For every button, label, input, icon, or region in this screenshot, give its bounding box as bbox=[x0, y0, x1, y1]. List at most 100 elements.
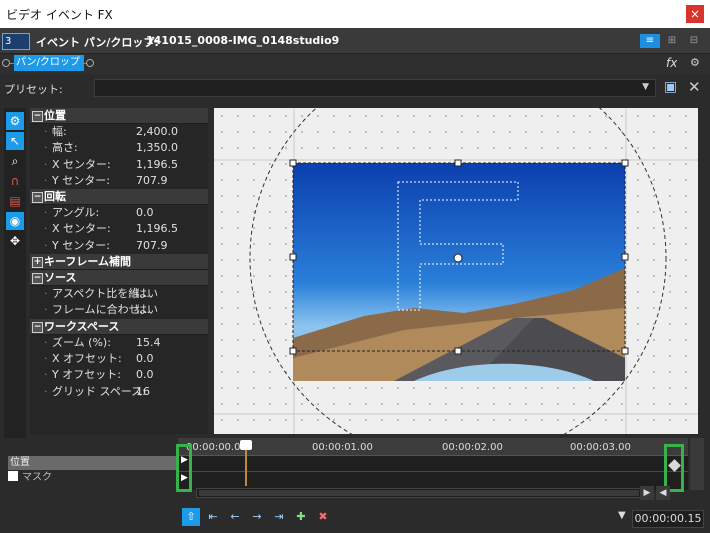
prop-value[interactable]: 707.9 bbox=[136, 173, 168, 189]
prop-row[interactable]: Y オフセット: 0.0 bbox=[30, 367, 208, 383]
section-position[interactable]: 位置 bbox=[30, 108, 208, 124]
sync-cursor-icon[interactable]: ⇧ bbox=[182, 508, 200, 526]
prop-value[interactable]: 1,196.5 bbox=[136, 157, 178, 173]
playhead-handle[interactable] bbox=[240, 440, 252, 450]
track-label-mask[interactable]: マスク bbox=[8, 471, 178, 485]
timecode-display[interactable]: 00:00:00.15 bbox=[632, 510, 704, 528]
preset-label: プリセット: bbox=[4, 83, 63, 96]
keyframe-diamond-icon[interactable] bbox=[668, 459, 681, 472]
section-rotation[interactable]: 回転 bbox=[30, 189, 208, 206]
last-keyframe-icon[interactable]: ⇥ bbox=[270, 508, 288, 526]
next-keyframe-icon[interactable]: → bbox=[248, 508, 266, 526]
track-scroll-strip[interactable] bbox=[690, 438, 704, 490]
prop-row[interactable]: 高さ: 1,350.0 bbox=[30, 140, 208, 156]
section-source[interactable]: ソース bbox=[30, 270, 208, 287]
prop-value[interactable]: 1,350.0 bbox=[136, 140, 178, 156]
tick-label: 00:00:01.00 bbox=[312, 442, 373, 453]
center-icon[interactable]: ◉ bbox=[6, 212, 24, 230]
prop-value[interactable]: 2,400.0 bbox=[136, 124, 178, 140]
prop-label: X センター: bbox=[52, 157, 111, 171]
time-ruler[interactable]: 00:00:00.00 00:00:01.00 00:00:02.00 00:0… bbox=[178, 438, 688, 456]
pan-crop-canvas[interactable] bbox=[214, 108, 698, 434]
chain-end-node bbox=[86, 59, 94, 67]
prop-label: X オフセット: bbox=[52, 351, 122, 365]
zoom-icon[interactable]: ⌕ bbox=[6, 152, 24, 170]
prop-label: X センター: bbox=[52, 222, 111, 236]
tool-strip: ⚙ ↖ ⌕ ∩ ▤ ◉ ✥ bbox=[4, 108, 26, 438]
prop-row[interactable]: X オフセット: 0.0 bbox=[30, 351, 208, 367]
prop-label: アングル: bbox=[52, 206, 100, 220]
prop-row[interactable]: グリッド スペース:16 bbox=[30, 384, 208, 400]
prop-label: Y センター: bbox=[52, 173, 110, 187]
event-label: イベント パン/クロップ: bbox=[36, 36, 159, 49]
prop-row[interactable]: Y センター: 707.9 bbox=[30, 238, 208, 254]
event-badge: 3 bbox=[2, 33, 30, 50]
position-track[interactable] bbox=[178, 456, 688, 472]
prop-label: Y オフセット: bbox=[52, 368, 121, 382]
delete-preset-icon[interactable]: ✕ bbox=[688, 78, 701, 96]
prop-row[interactable]: フレームに合わせ...はい bbox=[30, 302, 208, 318]
prop-row[interactable]: X センター: 1,196.5 bbox=[30, 157, 208, 173]
delete-keyframe-icon[interactable]: ✖ bbox=[314, 508, 332, 526]
prop-value[interactable]: 0.0 bbox=[136, 367, 154, 383]
prop-value[interactable]: 0.0 bbox=[136, 205, 154, 221]
prop-row[interactable]: Y センター: 707.9 bbox=[30, 173, 208, 189]
prop-row[interactable]: 幅: 2,400.0 bbox=[30, 124, 208, 140]
view-tile-icon[interactable]: ⊟ bbox=[684, 34, 704, 48]
keyframe-end-marker[interactable] bbox=[664, 444, 684, 492]
mask-label: マスク bbox=[22, 472, 52, 483]
scroll-thumb[interactable] bbox=[199, 490, 639, 496]
prop-value[interactable]: 1,196.5 bbox=[136, 221, 178, 237]
view-grid-icon[interactable]: ⊞ bbox=[662, 34, 682, 48]
move-icon[interactable]: ✥ bbox=[6, 232, 24, 250]
keyframe-start-marker[interactable]: ▶ ▶ bbox=[176, 444, 192, 492]
close-icon[interactable]: × bbox=[686, 5, 704, 23]
chevron-down-icon: ▼ bbox=[642, 82, 649, 92]
prop-label: 幅: bbox=[52, 125, 67, 138]
prop-value[interactable]: 0.0 bbox=[136, 351, 154, 367]
event-bar: 3 イベント パン/クロップ: 141015_0008-IMG_0148stud… bbox=[0, 28, 710, 54]
fx-plugin-icon[interactable]: fx bbox=[666, 56, 677, 70]
view-list-icon[interactable]: ≡ bbox=[640, 34, 660, 48]
timeline-scrollbar[interactable] bbox=[196, 488, 654, 498]
prop-value[interactable]: 707.9 bbox=[136, 238, 168, 254]
keyframe-arrow-icon: ▶ bbox=[181, 455, 188, 465]
preset-dropdown[interactable]: ▼ bbox=[94, 79, 656, 97]
add-keyframe-icon[interactable]: ✚ bbox=[292, 508, 310, 526]
properties-panel: 位置 幅: 2,400.0 高さ: 1,350.0 X センター: 1,196.5 Y… bbox=[30, 108, 208, 434]
lock-aspect-icon[interactable]: ▤ bbox=[6, 192, 24, 210]
save-preset-icon[interactable]: ▣ bbox=[664, 79, 677, 95]
scroll-right-icon[interactable]: ▶ bbox=[640, 486, 654, 500]
plugin-pan-crop[interactable]: パン/クロップ bbox=[14, 55, 84, 71]
mask-checkbox[interactable] bbox=[8, 471, 18, 481]
track-label-position[interactable]: 位置 bbox=[8, 456, 178, 470]
section-workspace[interactable]: ワークスペース bbox=[30, 318, 208, 335]
prev-keyframe-icon[interactable]: ← bbox=[226, 508, 244, 526]
prop-row[interactable]: アスペクト比を維...はい bbox=[30, 286, 208, 302]
first-keyframe-icon[interactable]: ⇤ bbox=[204, 508, 222, 526]
center-handle[interactable] bbox=[453, 253, 463, 263]
tick-label: 00:00:00.00 bbox=[186, 442, 247, 453]
prop-row[interactable]: ズーム (%): 15.4 bbox=[30, 335, 208, 351]
prop-value[interactable]: はい bbox=[136, 302, 158, 318]
chain-settings-icon[interactable]: ⚙ bbox=[690, 56, 700, 69]
prop-row[interactable]: X センター: 1,196.5 bbox=[30, 221, 208, 237]
prop-value[interactable]: 15.4 bbox=[136, 335, 161, 351]
select-arrow-icon[interactable]: ↖ bbox=[6, 132, 24, 150]
settings-icon[interactable]: ⚙ bbox=[6, 112, 24, 130]
event-name: 141015_0008-IMG_0148studio9 bbox=[146, 34, 340, 47]
tick-label: 00:00:03.00 bbox=[570, 442, 631, 453]
title-bar: ビデオ イベント FX × bbox=[0, 0, 710, 28]
prop-value[interactable]: 16 bbox=[136, 384, 150, 400]
track-area[interactable] bbox=[178, 456, 688, 490]
tick-label: 00:00:02.00 bbox=[442, 442, 503, 453]
prop-label: ズーム (%): bbox=[52, 335, 111, 349]
window-title: ビデオ イベント FX bbox=[6, 8, 113, 22]
scroll-left-icon[interactable]: ◀ bbox=[656, 486, 670, 500]
prop-row[interactable]: アングル: 0.0 bbox=[30, 205, 208, 221]
section-keyframe-interpolation[interactable]: キーフレーム補間 bbox=[30, 254, 208, 271]
mask-track[interactable] bbox=[178, 473, 688, 487]
prop-label: 高さ: bbox=[52, 141, 78, 155]
magnet-icon[interactable]: ∩ bbox=[6, 172, 24, 190]
prop-value[interactable]: はい bbox=[136, 286, 158, 302]
